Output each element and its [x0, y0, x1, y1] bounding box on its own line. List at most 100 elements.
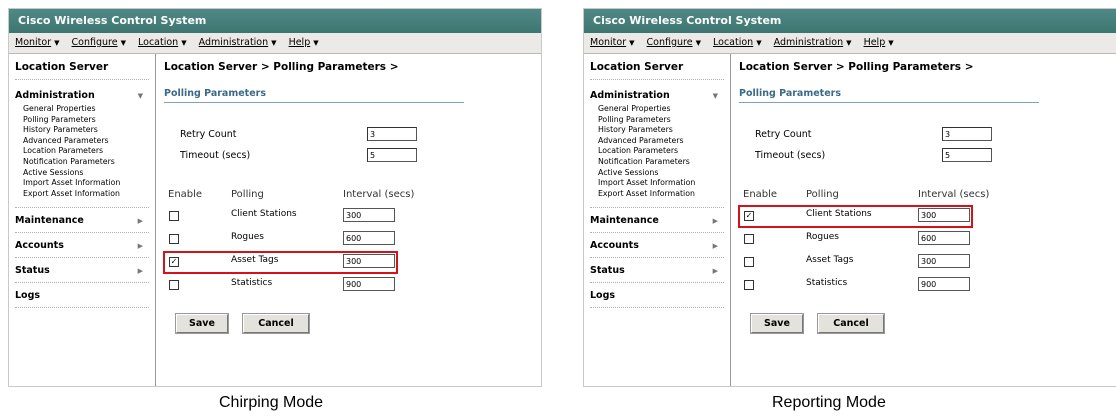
sidebar-section-maintenance[interactable]: Maintenance ▶ — [9, 208, 155, 232]
sidebar-item-active-sessions[interactable]: Active Sessions — [584, 168, 730, 179]
timeout-input[interactable] — [367, 148, 417, 162]
sidebar-item-advanced-parameters[interactable]: Advanced Parameters — [584, 136, 730, 147]
sidebar-item-export-asset-information[interactable]: Export Asset Information — [9, 189, 155, 200]
chevron-down-icon: ▼ — [888, 39, 894, 47]
menu-bar: Monitor ▼ Configure ▼ Location ▼ Administra… — [9, 33, 541, 54]
sidebar-item-general-properties[interactable]: General Properties — [9, 104, 155, 115]
menu-label: Configure — [646, 37, 693, 48]
sidebar-item-import-asset-information[interactable]: Import Asset Information — [9, 178, 155, 189]
sidebar-item-location-parameters[interactable]: Location Parameters — [9, 146, 155, 157]
sidebar-section-status[interactable]: Status ▶ — [584, 258, 730, 282]
menu-help[interactable]: Help ▼ — [864, 33, 894, 53]
cancel-button[interactable]: Cancel — [817, 313, 885, 334]
menu-configure[interactable]: Configure ▼ — [647, 33, 701, 53]
interval-column-header: Interval (secs) — [918, 189, 990, 200]
timeout-input[interactable] — [942, 148, 992, 162]
menu-location[interactable]: Location ▼ — [713, 33, 762, 53]
menu-label: Monitor — [590, 37, 627, 48]
wcs-window-reporting: Cisco Wireless Control System Monitor ▼ C… — [583, 8, 1116, 387]
sidebar-item-notification-parameters[interactable]: Notification Parameters — [584, 157, 730, 168]
chevron-right-icon: ▶ — [712, 267, 718, 276]
sidebar-item-advanced-parameters[interactable]: Advanced Parameters — [9, 136, 155, 147]
polling-label-rogues: Rogues — [231, 232, 264, 242]
main-content: Location Server > Polling Parameters > P… — [731, 54, 1116, 386]
sidebar-section-logs[interactable]: Logs — [9, 283, 155, 307]
menu-administration[interactable]: Administration ▼ — [774, 33, 852, 53]
sidebar-item-history-parameters[interactable]: History Parameters — [584, 125, 730, 136]
table-row: Client Stations — [156, 207, 541, 227]
sidebar-item-notification-parameters[interactable]: Notification Parameters — [9, 157, 155, 168]
sidebar-section-administration[interactable]: Administration ▼ — [584, 86, 730, 104]
retry-count-label: Retry Count — [755, 129, 812, 140]
sidebar-item-active-sessions[interactable]: Active Sessions — [9, 168, 155, 179]
interval-input-rogues[interactable] — [343, 231, 395, 245]
menu-label: Monitor — [15, 37, 52, 48]
menu-label: Location — [713, 37, 754, 48]
sidebar-section-accounts[interactable]: Accounts ▶ — [9, 233, 155, 257]
menu-monitor[interactable]: Monitor ▼ — [590, 33, 635, 53]
interval-input-statistics[interactable] — [343, 277, 395, 291]
menu-label: Configure — [71, 37, 118, 48]
enable-checkbox-rogues[interactable] — [169, 234, 179, 244]
app-title-bar: Cisco Wireless Control System — [584, 9, 1116, 33]
sidebar-item-polling-parameters[interactable]: Polling Parameters — [584, 115, 730, 126]
sidebar-section-logs[interactable]: Logs — [584, 283, 730, 307]
sidebar-section-accounts[interactable]: Accounts ▶ — [584, 233, 730, 257]
section-title: Polling Parameters — [739, 88, 1039, 103]
interval-input-statistics[interactable] — [918, 277, 970, 291]
sidebar-item-export-asset-information[interactable]: Export Asset Information — [584, 189, 730, 200]
administration-submenu: General Properties Polling Parameters Hi… — [9, 104, 155, 207]
chevron-down-icon: ▼ — [712, 92, 718, 100]
sidebar-section-label: Maintenance — [15, 215, 84, 227]
menu-administration[interactable]: Administration ▼ — [199, 33, 277, 53]
sidebar-section-label: Logs — [15, 290, 41, 302]
sidebar-section-label: Maintenance — [590, 215, 659, 227]
interval-input-asset-tags[interactable] — [918, 254, 970, 268]
wcs-window-chirping: Cisco Wireless Control System Monitor ▼ C… — [8, 8, 542, 387]
menu-monitor[interactable]: Monitor ▼ — [15, 33, 60, 53]
enable-checkbox-rogues[interactable] — [744, 234, 754, 244]
menu-location[interactable]: Location ▼ — [138, 33, 187, 53]
interval-input-client-stations[interactable] — [343, 208, 395, 222]
sidebar-item-import-asset-information[interactable]: Import Asset Information — [584, 178, 730, 189]
highlight-box — [738, 205, 973, 228]
cancel-button[interactable]: Cancel — [242, 313, 310, 334]
sidebar-section-maintenance[interactable]: Maintenance ▶ — [584, 208, 730, 232]
sidebar-section-administration[interactable]: Administration ▼ — [9, 86, 155, 104]
menu-label: Location — [138, 37, 179, 48]
sidebar-section-status[interactable]: Status ▶ — [9, 258, 155, 282]
chevron-right-icon: ▶ — [712, 242, 718, 251]
app-title-bar: Cisco Wireless Control System — [9, 9, 541, 33]
chevron-right-icon: ▶ — [137, 242, 143, 251]
sidebar-item-general-properties[interactable]: General Properties — [584, 104, 730, 115]
save-button[interactable]: Save — [750, 313, 804, 334]
main-content: Location Server > Polling Parameters > P… — [156, 54, 541, 386]
retry-count-input[interactable] — [942, 127, 992, 141]
sidebar: Location Server Administration ▼ General … — [9, 54, 156, 386]
section-title: Polling Parameters — [164, 88, 464, 103]
menu-help[interactable]: Help ▼ — [289, 33, 319, 53]
polling-label-asset-tags: Asset Tags — [806, 255, 854, 265]
sidebar-section-label: Administration — [590, 90, 670, 101]
enable-checkbox-client-stations[interactable] — [169, 211, 179, 221]
interval-input-rogues[interactable] — [918, 231, 970, 245]
sidebar-item-history-parameters[interactable]: History Parameters — [9, 125, 155, 136]
sidebar-section-label: Accounts — [590, 240, 639, 252]
sidebar: Location Server Administration ▼ General … — [584, 54, 731, 386]
sidebar-item-polling-parameters[interactable]: Polling Parameters — [9, 115, 155, 126]
divider — [590, 79, 724, 80]
enable-checkbox-statistics[interactable] — [744, 280, 754, 290]
save-button[interactable]: Save — [175, 313, 229, 334]
enable-column-header: Enable — [743, 189, 778, 200]
retry-count-label: Retry Count — [180, 129, 237, 140]
administration-submenu: General Properties Polling Parameters Hi… — [584, 104, 730, 207]
menu-configure[interactable]: Configure ▼ — [72, 33, 126, 53]
chevron-down-icon: ▼ — [629, 39, 635, 47]
enable-checkbox-asset-tags[interactable] — [744, 257, 754, 267]
divider — [15, 307, 149, 309]
retry-count-input[interactable] — [367, 127, 417, 141]
sidebar-item-location-parameters[interactable]: Location Parameters — [584, 146, 730, 157]
enable-checkbox-statistics[interactable] — [169, 280, 179, 290]
table-row: Statistics — [731, 276, 1116, 296]
interval-column-header: Interval (secs) — [343, 189, 415, 200]
